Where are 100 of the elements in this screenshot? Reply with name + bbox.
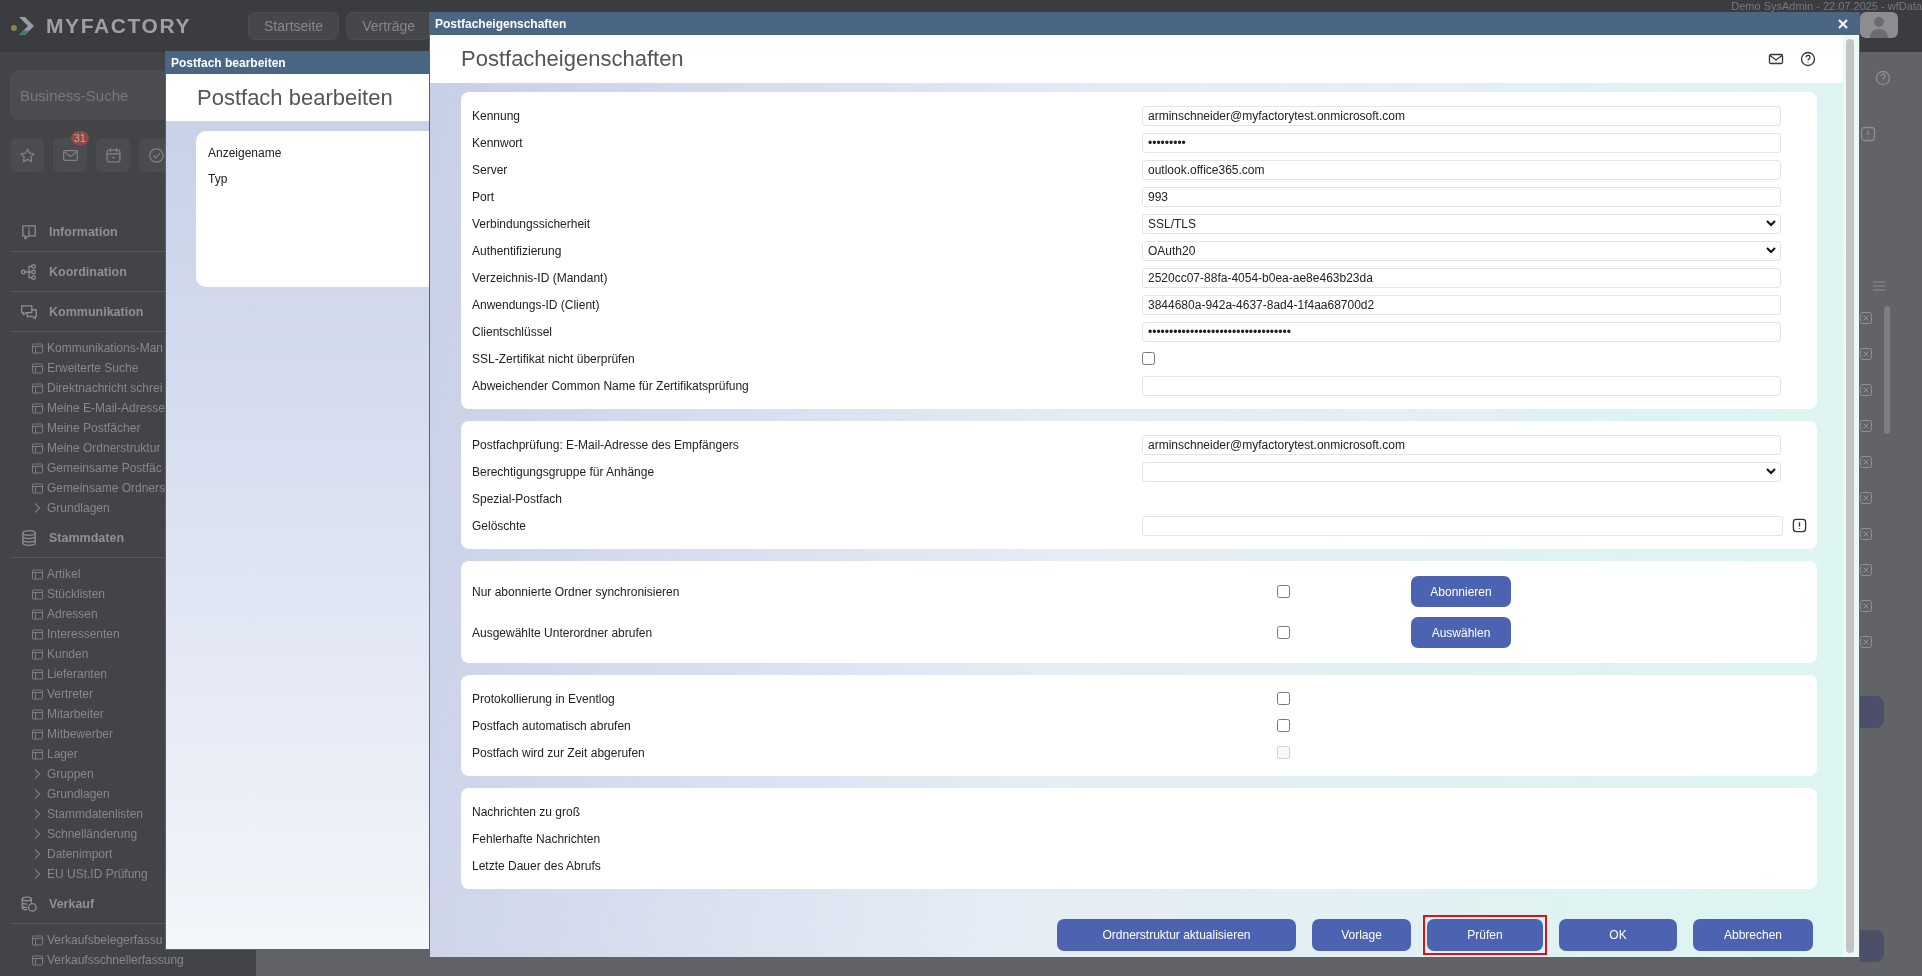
menu-item[interactable]: Kommunikations-Man <box>47 341 164 355</box>
close-box-icon[interactable] <box>1860 564 1872 576</box>
field-label: Typ <box>208 173 229 185</box>
text-field[interactable] <box>1142 375 1781 396</box>
menu-item[interactable]: Meine Ordnerstruktur <box>47 441 161 455</box>
field-label: SSL-Zertifikat nicht überprüfen <box>472 351 636 366</box>
field-label: Berechtigungsgruppe für Anhänge <box>472 464 656 479</box>
menu-item[interactable]: Direktnachricht schrei <box>47 381 163 395</box>
nav-button[interactable]: Verträge <box>346 12 432 40</box>
close-box-icon[interactable] <box>1860 348 1872 360</box>
dialog-button[interactable]: Vorlage <box>1312 919 1411 951</box>
section-heading[interactable]: Koordination <box>49 264 127 279</box>
menu-item[interactable]: Meine Postfächer <box>47 421 141 435</box>
menu-item[interactable]: Gruppen <box>47 767 94 781</box>
checkbox[interactable] <box>1142 352 1155 365</box>
table-icon <box>32 728 43 740</box>
table-icon <box>32 608 43 620</box>
table-icon <box>32 482 43 494</box>
menu-item[interactable]: Artikel <box>47 567 81 581</box>
calendar-icon <box>104 146 122 164</box>
button[interactable] <box>1860 696 1884 728</box>
logo-icon <box>10 14 36 38</box>
menu-item[interactable]: EU USt.ID Prüfung <box>47 867 148 881</box>
close-box-icon[interactable] <box>1860 384 1872 396</box>
close-box-icon[interactable] <box>1860 600 1872 612</box>
menu-item[interactable]: Lager <box>47 747 78 761</box>
text-field[interactable]: 2520cc07-88fa-4054-b0ea-ae8e463b23da <box>1142 267 1781 288</box>
field-label: Port <box>472 189 495 204</box>
checkbox[interactable] <box>1277 626 1290 639</box>
text-field[interactable]: arminschneider@myfactorytest.onmicrosoft.com <box>1142 434 1781 455</box>
close-box-icon[interactable] <box>1860 492 1872 504</box>
close-box-icon[interactable] <box>1860 420 1872 432</box>
nav-button[interactable]: Startseite <box>248 12 340 40</box>
table-icon <box>32 462 43 474</box>
menu-item[interactable]: Datenimport <box>47 847 113 861</box>
menu-item[interactable]: Kunden <box>47 647 89 661</box>
dialog-button[interactable]: Ordnerstruktur aktualisieren <box>1057 919 1296 951</box>
menu-item[interactable]: Vertreter <box>47 687 94 701</box>
menu-item[interactable]: Grundlagen <box>47 787 110 801</box>
action-button[interactable]: Abonnieren <box>1411 576 1511 607</box>
avatar-icon[interactable] <box>1860 12 1898 38</box>
menu-item[interactable]: Grundlagen <box>47 501 110 515</box>
menu-item[interactable]: Mitbewerber <box>47 727 114 741</box>
chat-icon <box>20 302 38 321</box>
dialog-button[interactable]: OK <box>1559 919 1677 951</box>
text-field[interactable]: outlook.office365.com <box>1142 159 1781 180</box>
button[interactable] <box>1860 930 1884 962</box>
scrollbar[interactable] <box>1884 306 1890 434</box>
alert-icon[interactable] <box>1792 518 1807 533</box>
star-icon <box>18 146 36 164</box>
field-label: Kennung <box>472 108 522 123</box>
action-button[interactable]: Auswählen <box>1411 617 1511 648</box>
dropdown[interactable] <box>1142 461 1781 482</box>
table-icon <box>32 402 43 414</box>
close-box-icon[interactable] <box>1860 636 1872 648</box>
menu-item[interactable]: Verkaufsschnellerfassung <box>47 953 184 967</box>
checkbox[interactable] <box>1277 585 1290 598</box>
table-icon <box>32 648 43 660</box>
menu-item[interactable]: Verkaufsbelegerfassu <box>47 933 163 947</box>
table-icon <box>32 668 43 680</box>
menu-item[interactable]: Adressen <box>47 607 98 621</box>
dropdown[interactable]: SSL/TLS <box>1142 213 1781 234</box>
menu-item[interactable]: Gemeinsame Ordners <box>47 481 166 495</box>
text-field[interactable]: ••••••••• <box>1142 132 1781 153</box>
menu-item[interactable]: Erweiterte Suche <box>47 361 139 375</box>
text-field[interactable]: 993 <box>1142 186 1781 207</box>
close-box-icon[interactable] <box>1860 456 1872 468</box>
menu-item[interactable]: Stücklisten <box>47 587 106 601</box>
text-field[interactable]: •••••••••••••••••••••••••••••••••• <box>1142 321 1781 342</box>
mail-icon[interactable] <box>1768 51 1784 67</box>
help-icon[interactable] <box>1800 51 1816 67</box>
dropdown[interactable]: OAuth20 <box>1142 240 1781 261</box>
section-heading[interactable]: Information <box>49 224 118 239</box>
menu-item[interactable]: Stammdatenlisten <box>47 807 144 821</box>
field-label: Postfach wird zur Zeit abgerufen <box>472 745 646 760</box>
section-heading[interactable]: Stammdaten <box>49 530 125 545</box>
dialog-button[interactable]: Prüfen <box>1427 919 1543 951</box>
checkbox[interactable] <box>1277 692 1290 705</box>
dialog-heading: Postfacheigenschaften <box>461 46 684 72</box>
text-field[interactable] <box>1142 515 1783 536</box>
section-heading[interactable]: Kommunikation <box>49 304 144 319</box>
chevron-down-icon <box>1766 220 1776 227</box>
menu-item[interactable]: Meine E-Mail-Adresse <box>47 401 166 415</box>
close-box-icon[interactable] <box>1860 312 1872 324</box>
checkbox[interactable] <box>1277 719 1290 732</box>
menu-item[interactable]: Interessenten <box>47 627 120 641</box>
scrollbar[interactable] <box>1846 39 1854 953</box>
database-icon <box>20 528 38 547</box>
menu-item[interactable]: Lieferanten <box>47 667 108 681</box>
menu-item[interactable]: Schnelländerung <box>47 827 138 841</box>
text-field[interactable]: arminschneider@myfactorytest.onmicrosoft.com <box>1142 105 1781 126</box>
chevron-right-icon <box>32 502 42 514</box>
menu-item[interactable]: Mitarbeiter <box>47 707 104 721</box>
dialog-button[interactable]: Abbrechen <box>1693 919 1813 951</box>
menu-item[interactable]: Gemeinsame Postfäc <box>47 461 162 475</box>
close-icon[interactable] <box>1838 19 1848 29</box>
table-icon <box>32 568 43 580</box>
section-heading[interactable]: Verkauf <box>49 896 95 911</box>
close-box-icon[interactable] <box>1860 528 1872 540</box>
text-field[interactable]: 3844680a-942a-4637-8ad4-1f4aa68700d2 <box>1142 294 1781 315</box>
